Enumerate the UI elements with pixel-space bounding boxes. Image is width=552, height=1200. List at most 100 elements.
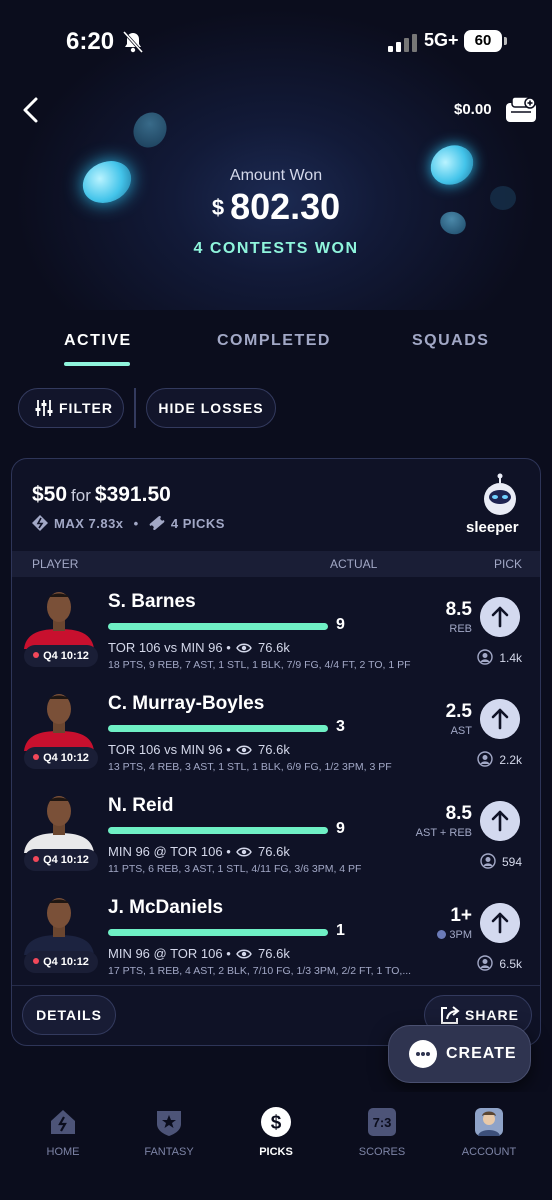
pick-count: 6.5k [477,955,522,971]
stat-line: 18 PTS, 9 REB, 7 AST, 1 STL, 1 BLK, 7/9 … [108,659,411,671]
live-dot [33,652,40,658]
nav-picks[interactable]: $ PICKS [231,1106,321,1158]
pick-count-label: 2.2k [499,753,522,767]
stat-type: AST [451,725,472,737]
dollar-icon: $ [261,1107,291,1137]
stat-line: 17 PTS, 1 REB, 4 AST, 2 BLK, 7/10 FG, 1/… [108,965,412,977]
player-headshot-icon [24,898,94,955]
hide-losses-label: HIDE LOSSES [158,400,264,416]
entry-for-label: for [71,486,91,505]
picks-tabs: ACTIVE COMPLETED SQUADS [0,332,552,372]
player-row[interactable]: Q4 10:12 C. Murray-Boyles 3 TOR 106 vs MIN … [12,679,540,781]
matchup-label: TOR 106 vs MIN 96 • [108,640,231,655]
player-row[interactable]: Q4 10:12 J. McDaniels 1 MIN 96 @ TOR 106 • … [12,883,540,985]
amount-won-value: $802.30 [0,186,552,228]
entry-payout: $391.50 [94,483,171,506]
filter-label: FILTER [59,400,113,416]
live-dot [33,856,40,862]
wallet-icon[interactable] [504,96,538,124]
matchup: MIN 96 @ TOR 106 • 76.6k [108,946,290,961]
create-button[interactable]: CREATE [388,1025,531,1083]
col-actual: ACTUAL [330,557,378,571]
stat-type-label: AST + REB [415,827,472,839]
stat-line: 13 PTS, 4 REB, 3 AST, 1 STL, 1 BLK, 6/9 … [108,761,392,773]
nav-home[interactable]: HOME [18,1106,108,1158]
over-arrow-button[interactable] [480,903,520,943]
matchup-label: MIN 96 @ TOR 106 • [108,946,231,961]
filter-button[interactable]: FILTER [18,388,124,428]
stat-type-label: 3PM [449,929,472,941]
progress-bar [108,623,328,630]
nav-fantasy[interactable]: FANTASY [124,1106,214,1158]
over-arrow-button[interactable] [480,597,520,637]
player-name: J. McDaniels [108,897,224,918]
nav-scores[interactable]: 7:3 SCORES [337,1106,427,1158]
sleeper-logo-icon [484,473,516,515]
back-chevron-icon[interactable] [18,96,46,124]
game-clock-label: Q4 10:12 [43,956,89,968]
wallet-balance[interactable]: $0.00 [454,101,492,118]
progress-bar [108,827,328,834]
view-count: 76.6k [258,844,290,859]
player-name: C. Murray-Boyles [108,693,265,714]
matchup-label: TOR 106 vs MIN 96 • [108,742,231,757]
nav-home-label: HOME [46,1146,80,1158]
tab-active[interactable]: ACTIVE [64,332,132,350]
pick-count-label: 6.5k [499,957,522,971]
nav-fantasy-label: FANTASY [144,1146,194,1158]
user-circle-icon [477,649,494,665]
currency-symbol: $ [211,195,225,220]
pick-line: 2.5 [445,701,472,722]
pick-count: 594 [480,853,522,869]
eye-icon [236,643,253,653]
scoreboard-icon: 7:3 [368,1108,396,1136]
share-icon [441,1006,460,1024]
stat-type: REB [449,623,472,635]
max-multiplier: MAX 7.83x [54,516,124,531]
sliders-icon [35,400,53,416]
tab-completed[interactable]: COMPLETED [217,332,331,350]
actual-value: 3 [336,718,345,735]
scoreboard-badge: 7:3 [373,1115,392,1130]
details-button[interactable]: DETAILS [22,995,116,1035]
signal-icon [388,34,417,52]
over-arrow-button[interactable] [480,801,520,841]
player-name: S. Barnes [108,591,196,612]
tab-squads[interactable]: SQUADS [412,332,489,350]
entry-stake: $50 [32,483,68,506]
game-clock: Q4 10:12 [24,951,98,973]
player-headshot-icon [24,796,94,853]
player-row[interactable]: Q4 10:12 N. Reid 9 MIN 96 @ TOR 106 • 76.6k… [12,781,540,883]
entry-card[interactable]: $50 for $391.50 MAX 7.83x • 4 PICKS sleepe… [11,458,541,1046]
status-time: 6:20 [66,28,115,55]
nav-account-label: ACCOUNT [461,1146,517,1158]
over-arrow-button[interactable] [480,699,520,739]
eye-icon [236,949,253,959]
entry-title: $50 for $391.50 [32,483,171,507]
stat-line: 11 PTS, 6 REB, 3 AST, 1 STL, 4/11 FG, 3/… [108,863,362,875]
stat-type-label: AST [450,725,472,737]
player-headshot-icon [24,694,94,751]
diamond-bolt-icon [32,515,48,531]
stat-type: 3PM [437,929,472,941]
pick-count-label: 594 [501,855,522,869]
pick-count-label: 1.4k [499,651,522,665]
contests-won: 4 CONTESTS WON [193,240,359,257]
matchup: TOR 106 vs MIN 96 • 76.6k [108,640,290,655]
nav-account[interactable]: ACCOUNT [444,1106,534,1158]
pick-line: 1+ [450,905,472,926]
stat-type-label: REB [449,623,472,635]
hide-losses-button[interactable]: HIDE LOSSES [146,388,276,428]
create-label: CREATE [446,1045,517,1062]
sleeper-brand: sleeper [466,519,519,536]
bottom-nav: HOME FANTASY $ PICKS 7:3 SCORES ACCOUNT [0,1092,552,1200]
player-row[interactable]: Q4 10:12 S. Barnes 9 TOR 106 vs MIN 96 • 76… [12,577,540,679]
column-header: PLAYER ACTUAL PICK [12,551,540,577]
live-dot [33,754,40,760]
player-headshot-icon [24,592,94,649]
matchup-label: MIN 96 @ TOR 106 • [108,844,231,859]
progress-bar [108,725,328,732]
col-pick: PICK [493,557,522,571]
share-label: SHARE [465,1007,520,1023]
eye-icon [236,847,253,857]
